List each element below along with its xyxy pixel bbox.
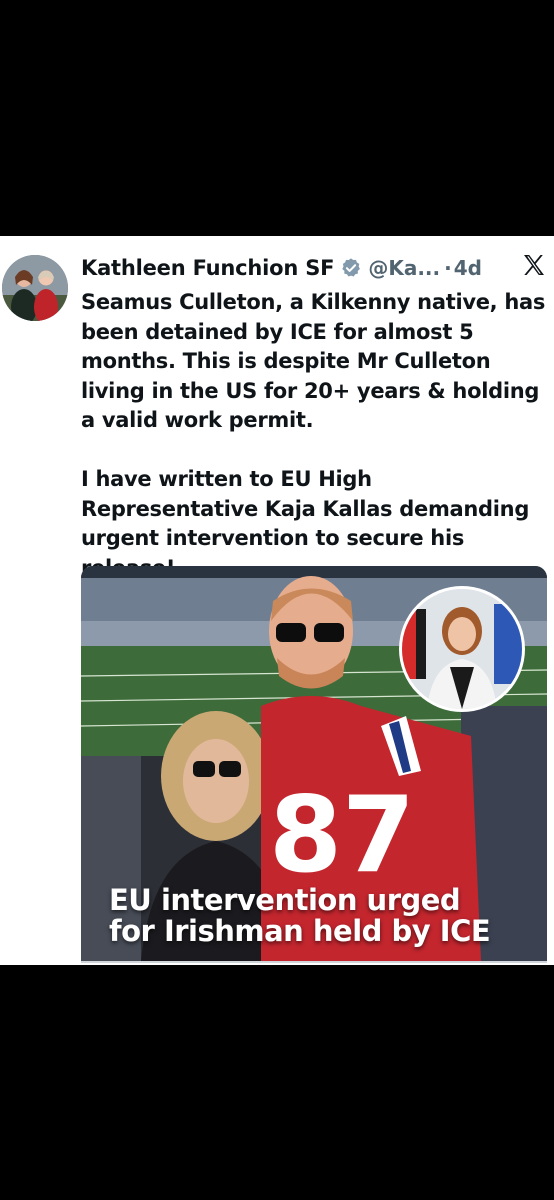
author-handle[interactable]: @Ka...	[368, 256, 440, 280]
jersey-number: 87	[269, 774, 415, 896]
post-card[interactable]: Kathleen Funchion SF @Ka... · 4d Seamus …	[0, 236, 554, 965]
post-header: Kathleen Funchion SF @Ka... · 4d	[81, 250, 544, 286]
media-caption-line-2: for Irishman held by ICE	[109, 914, 491, 948]
post-timestamp[interactable]: 4d	[454, 256, 482, 280]
inset-portrait	[399, 586, 525, 712]
x-logo-icon	[524, 255, 544, 275]
media-caption-line-1: EU intervention urged	[109, 883, 461, 917]
verified-badge-icon	[342, 258, 361, 277]
post-media-image[interactable]: 87 EU intervention urged for Irishman he…	[81, 566, 547, 961]
separator-dot: ·	[444, 256, 452, 280]
media-caption: EU intervention urged for Irishman held …	[109, 883, 491, 948]
post-text: Seamus Culleton, a Kilkenny native, has …	[81, 288, 549, 583]
post-paragraph-1: Seamus Culleton, a Kilkenny native, has …	[81, 290, 546, 432]
author-avatar[interactable]	[2, 255, 68, 321]
media-bottom-border	[81, 961, 547, 963]
author-name[interactable]: Kathleen Funchion SF	[81, 256, 335, 280]
